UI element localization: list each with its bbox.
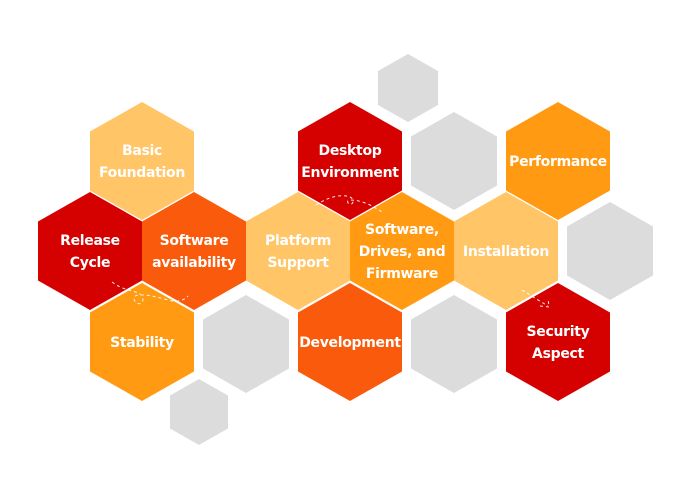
hexagon-label: Aspect	[532, 346, 584, 362]
gray-hexagon	[411, 112, 497, 210]
gray-hexagon	[378, 54, 438, 122]
hexagon-label: Environment	[301, 165, 399, 181]
topic-hexagons: Basic Foundation Desktop Environment Perform…	[38, 102, 610, 401]
hexagon-label: Software	[160, 233, 229, 249]
hexagon-label: Cycle	[70, 255, 111, 271]
hexagon-label: Release	[60, 233, 120, 249]
hexagon-label: Firmware	[366, 266, 438, 282]
hexagon-label: Platform	[265, 233, 331, 249]
hexagon-label: Installation	[463, 244, 549, 260]
gray-hexagon	[567, 202, 653, 300]
gray-hexagon	[170, 379, 228, 445]
hexagon-label: availability	[152, 255, 236, 271]
hexagon-label: Stability	[110, 335, 174, 351]
hexagon-label: Software,	[365, 222, 439, 238]
hexagon-diagram: Basic Foundation Desktop Environment Perform…	[38, 54, 653, 445]
hexagon-label: Development	[299, 335, 401, 351]
hexagon-label: Desktop	[319, 143, 382, 159]
gray-hexagon	[203, 295, 289, 393]
hexagon-label: Foundation	[99, 165, 185, 181]
hexagon-label: Support	[267, 255, 329, 271]
hexagon-label: Performance	[509, 154, 607, 170]
hexagon-label: Basic	[122, 143, 162, 159]
gray-hexagon	[411, 295, 497, 393]
hexagon-label: Drives, and	[359, 244, 446, 260]
hexagon-label: Security	[527, 324, 590, 340]
